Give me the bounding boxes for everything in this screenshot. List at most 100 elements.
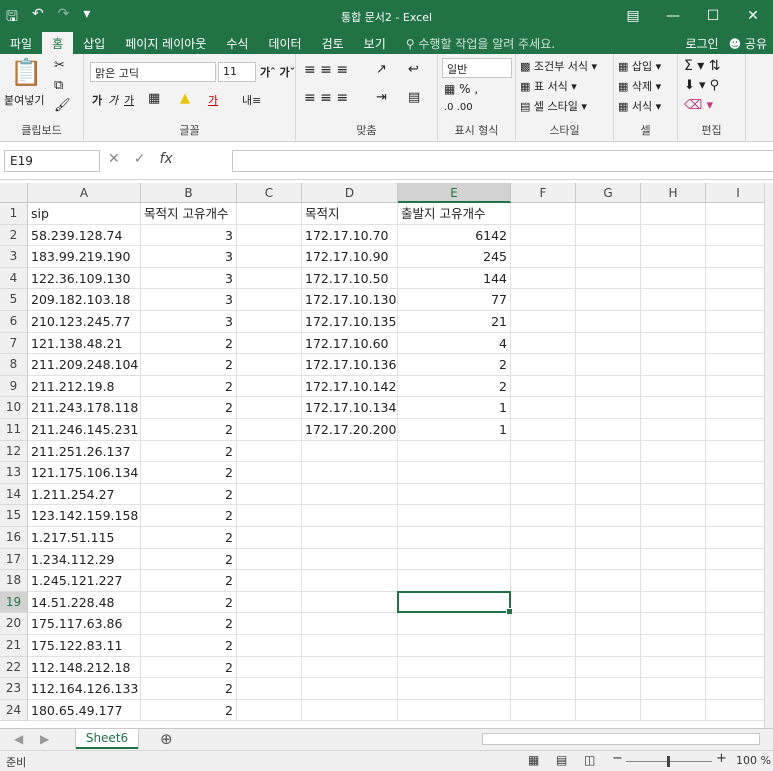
font-color-icon[interactable]: 가	[208, 92, 218, 108]
cell[interactable]: 112.148.212.18	[28, 656, 141, 679]
row-header[interactable]: 24	[0, 699, 28, 722]
cell[interactable]	[576, 440, 641, 463]
underline-button[interactable]: 가	[124, 92, 134, 108]
cell[interactable]: 2	[141, 375, 237, 398]
row-header[interactable]: 20	[0, 613, 28, 635]
cell[interactable]: 3	[141, 267, 237, 290]
cell[interactable]: 3	[141, 246, 237, 268]
row-header[interactable]: 14	[0, 483, 28, 506]
row-header[interactable]: 8	[0, 354, 28, 376]
cell[interactable]	[237, 505, 302, 527]
cell[interactable]	[706, 591, 771, 614]
cell[interactable]	[641, 267, 706, 290]
cell[interactable]: 2	[398, 354, 511, 376]
column-header[interactable]: A	[28, 183, 141, 203]
cell[interactable]	[706, 311, 771, 333]
tell-me-box[interactable]: ⚲ 수행할 작업을 알려 주세요.	[396, 32, 565, 54]
cell[interactable]	[576, 678, 641, 700]
cell[interactable]: 1.245.121.227	[28, 570, 141, 592]
cell[interactable]: 112.164.126.133	[28, 678, 141, 700]
cell[interactable]: 172.17.10.60	[302, 332, 398, 355]
cell[interactable]: 3	[141, 289, 237, 311]
tab-insert[interactable]: 삽입	[73, 32, 115, 54]
cell[interactable]: 172.17.10.130	[302, 289, 398, 311]
login-link[interactable]: 로그인	[685, 35, 718, 51]
cell[interactable]	[706, 246, 771, 268]
cell[interactable]	[706, 527, 771, 549]
cell[interactable]	[641, 699, 706, 722]
cell[interactable]: 58.239.128.74	[28, 224, 141, 247]
cell[interactable]: 172.17.10.142	[302, 375, 398, 398]
row-header[interactable]: 11	[0, 419, 28, 441]
cell[interactable]: 172.17.20.200	[302, 419, 398, 441]
paste-button[interactable]: 붙여넣기	[4, 92, 44, 108]
formula-input[interactable]	[232, 150, 773, 172]
cell[interactable]	[511, 289, 576, 311]
row-header[interactable]: 17	[0, 548, 28, 571]
row-header[interactable]: 2	[0, 224, 28, 247]
cell[interactable]	[641, 505, 706, 527]
cell[interactable]	[511, 462, 576, 484]
column-header[interactable]: H	[641, 183, 706, 203]
cell[interactable]	[237, 656, 302, 679]
cell[interactable]	[237, 527, 302, 549]
close-button[interactable]: ✕	[733, 0, 773, 32]
tab-formulas[interactable]: 수식	[216, 32, 258, 54]
cell[interactable]	[641, 635, 706, 657]
cell[interactable]	[641, 203, 706, 225]
cell[interactable]	[641, 656, 706, 679]
cell[interactable]: 172.17.10.136	[302, 354, 398, 376]
cell[interactable]: 2	[141, 462, 237, 484]
cell[interactable]	[706, 354, 771, 376]
column-header[interactable]: G	[576, 183, 641, 203]
cell[interactable]: 2	[141, 354, 237, 376]
zoom-in-icon[interactable]: +	[716, 751, 727, 766]
cell[interactable]: 2	[141, 332, 237, 355]
row-header[interactable]: 15	[0, 505, 28, 527]
cell[interactable]	[237, 613, 302, 635]
cell[interactable]	[576, 397, 641, 419]
cell[interactable]: 2	[398, 375, 511, 398]
horizontal-scrollbar[interactable]	[482, 733, 760, 745]
cell[interactable]	[576, 311, 641, 333]
cell[interactable]	[398, 440, 511, 463]
cell[interactable]	[302, 548, 398, 571]
cell[interactable]	[576, 548, 641, 571]
cell[interactable]	[641, 224, 706, 247]
normal-view-icon[interactable]: ▦	[528, 753, 539, 767]
row-header[interactable]: 19	[0, 591, 28, 614]
zoom-thumb[interactable]	[667, 756, 670, 767]
tab-home[interactable]: 홈	[42, 32, 74, 54]
row-header[interactable]: 1	[0, 203, 28, 225]
cell[interactable]: 2	[141, 397, 237, 419]
row-header[interactable]: 5	[0, 289, 28, 311]
cell[interactable]: 209.182.103.18	[28, 289, 141, 311]
cell[interactable]: 121.138.48.21	[28, 332, 141, 355]
fill-icon[interactable]: ⬇ ▾ ⚲	[684, 78, 719, 93]
cell[interactable]: 3	[141, 311, 237, 333]
cell[interactable]	[511, 591, 576, 614]
cell[interactable]	[576, 613, 641, 635]
cell[interactable]: 121.175.106.134	[28, 462, 141, 484]
cell[interactable]	[511, 397, 576, 419]
cell[interactable]	[302, 462, 398, 484]
cell[interactable]	[302, 613, 398, 635]
cell[interactable]: 77	[398, 289, 511, 311]
cell[interactable]: 1	[398, 397, 511, 419]
column-header[interactable]: F	[511, 183, 576, 203]
cell[interactable]	[237, 246, 302, 268]
cell[interactable]	[511, 354, 576, 376]
cell[interactable]: 2	[141, 570, 237, 592]
cell[interactable]: 2	[141, 591, 237, 614]
cell[interactable]: 6142	[398, 224, 511, 247]
cell[interactable]: 4	[398, 332, 511, 355]
cell[interactable]	[511, 527, 576, 549]
merge-icon[interactable]: ▤	[408, 90, 420, 105]
tab-view[interactable]: 보기	[354, 32, 396, 54]
cell[interactable]	[511, 246, 576, 268]
cell[interactable]: sip	[28, 203, 141, 225]
cell[interactable]	[511, 678, 576, 700]
font-name-select[interactable]: 맑은 고딕	[90, 62, 216, 82]
row-header[interactable]: 21	[0, 635, 28, 657]
cell[interactable]	[576, 375, 641, 398]
